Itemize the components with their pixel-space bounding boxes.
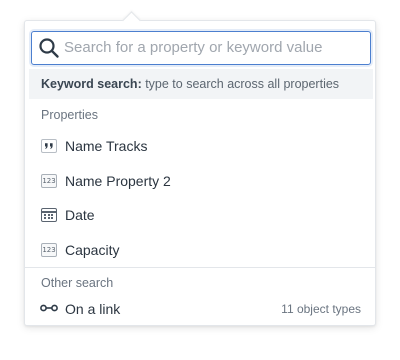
- number-icon: 123: [41, 243, 57, 257]
- other-search-heading: Other search: [41, 276, 114, 290]
- search-popover: Keyword search: type to search across al…: [24, 20, 376, 326]
- property-item-name-tracks[interactable]: Name Tracks: [25, 129, 375, 163]
- object-types-count: 11 object types: [281, 302, 361, 316]
- property-label: Capacity: [65, 242, 120, 258]
- properties-heading: Properties: [41, 108, 98, 122]
- link-icon: [40, 304, 58, 312]
- section-divider: [25, 267, 375, 268]
- property-label: Date: [65, 207, 95, 223]
- number-icon: 123: [41, 174, 57, 188]
- search-icon: [39, 38, 59, 58]
- hint-text: type to search across all properties: [141, 77, 340, 91]
- property-item-name-property-2[interactable]: 123 Name Property 2: [25, 164, 375, 198]
- search-box[interactable]: [31, 31, 371, 65]
- keyword-search-hint: Keyword search: type to search across al…: [29, 69, 373, 99]
- quote-icon: [41, 139, 57, 153]
- property-item-date[interactable]: Date: [25, 198, 375, 232]
- property-label: Name Tracks: [65, 138, 148, 154]
- link-label: On a link: [65, 301, 121, 317]
- hint-bold: Keyword search:: [41, 77, 142, 91]
- other-search-on-a-link[interactable]: On a link 11 object types: [25, 292, 375, 326]
- search-input[interactable]: [64, 32, 364, 63]
- property-item-capacity[interactable]: 123 Capacity: [25, 233, 375, 267]
- property-label: Name Property 2: [65, 173, 171, 189]
- calendar-icon: [41, 208, 57, 222]
